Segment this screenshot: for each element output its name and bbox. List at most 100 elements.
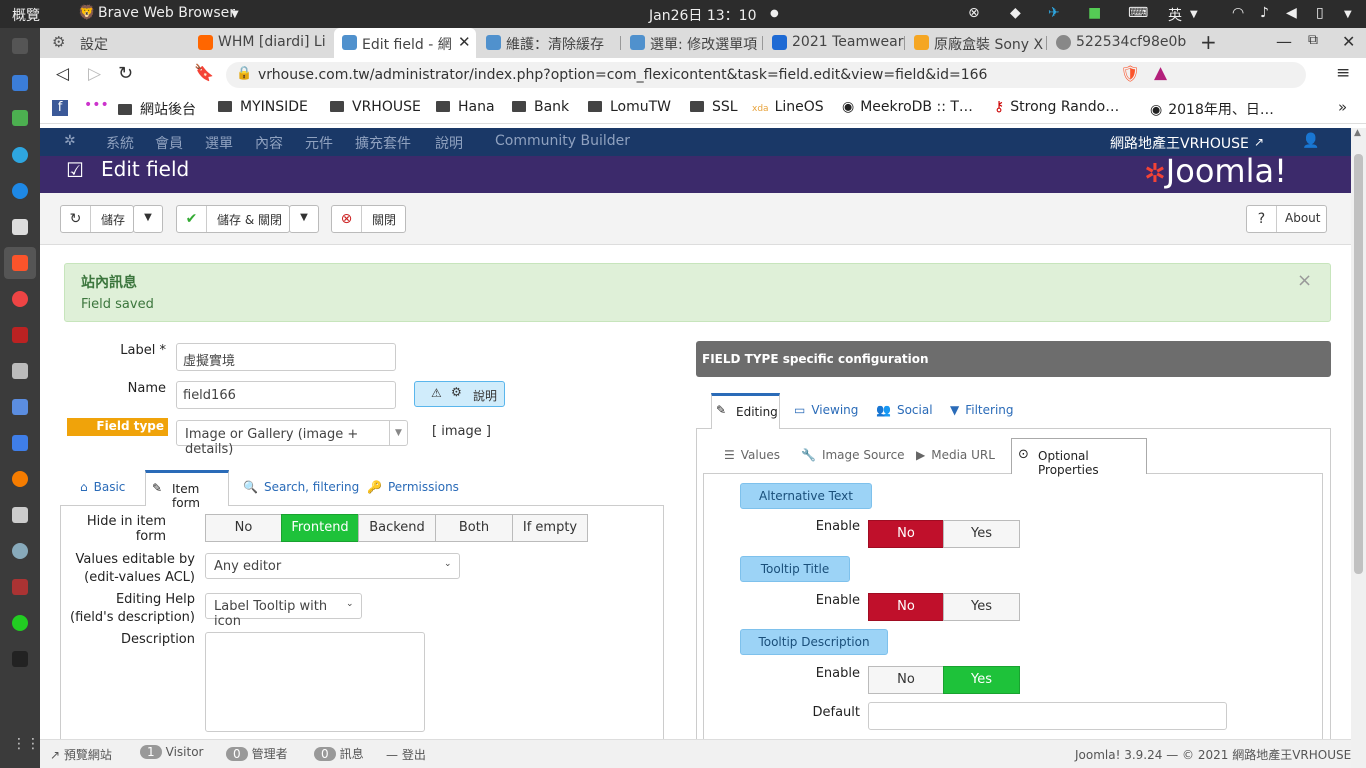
- description-textarea[interactable]: [205, 632, 425, 732]
- tooltip-desc-yes[interactable]: Yes: [943, 666, 1020, 694]
- save-dropdown[interactable]: ▼: [133, 205, 163, 233]
- tab-sony[interactable]: 原廠盒裝 Sony X: [906, 28, 1046, 58]
- bookmark-icon[interactable]: 🔖: [194, 63, 214, 82]
- menu-item[interactable]: 擴充套件: [355, 133, 411, 153]
- ime-indicator[interactable]: 英: [1168, 5, 1182, 25]
- brave-dock-icon[interactable]: [12, 255, 28, 271]
- menu-item[interactable]: 元件: [305, 133, 333, 153]
- tooltip-title-no[interactable]: No: [868, 593, 944, 621]
- lock-icon[interactable]: 🔒: [236, 66, 252, 81]
- menu-item[interactable]: 說明: [435, 133, 463, 153]
- bookmark-item[interactable]: Hana: [436, 99, 495, 115]
- activities-button[interactable]: 概覽: [12, 5, 40, 25]
- bookmark-item[interactable]: xda LineOS: [752, 99, 824, 115]
- close-button[interactable]: ⊗ 關閉: [331, 205, 406, 233]
- scroll-up-icon[interactable]: ▲: [1354, 128, 1361, 138]
- tab-maintenance[interactable]: 維護：清除緩存: [478, 28, 618, 58]
- clock[interactable]: Jan26日 13：10: [649, 5, 756, 25]
- telegram-dock-icon[interactable]: [12, 147, 28, 163]
- app-icon[interactable]: [12, 399, 28, 415]
- hide-option-backend[interactable]: Backend: [358, 514, 436, 542]
- chrome-icon[interactable]: [12, 291, 28, 307]
- volume-icon[interactable]: ◀: [1286, 5, 1297, 21]
- bookmark-item[interactable]: MYINSIDE: [218, 99, 308, 115]
- bookmark-item[interactable]: ⚷ Strong Rando…: [994, 99, 1119, 115]
- app-icon[interactable]: [12, 543, 28, 559]
- tab-viewing[interactable]: ▭ Viewing: [794, 403, 858, 417]
- tab-edit-field[interactable]: Edit field - 網: [334, 28, 476, 58]
- bookmark-item[interactable]: 網站後台: [118, 99, 196, 119]
- hide-option-no[interactable]: No: [205, 514, 282, 542]
- logout-link[interactable]: — 登出: [386, 746, 426, 763]
- admins-indicator[interactable]: 0 管理者: [226, 745, 288, 762]
- menu-item[interactable]: 選單: [205, 133, 233, 153]
- minimize-icon[interactable]: —: [1276, 32, 1292, 51]
- tab-editing[interactable]: ✎ Editing: [711, 393, 780, 429]
- apps-grid-icon[interactable]: ⋮⋮: [12, 736, 40, 752]
- app-menu[interactable]: Brave Web Browser: [98, 5, 235, 21]
- more-bookmarks-icon[interactable]: »: [1338, 98, 1347, 116]
- line-icon[interactable]: [12, 615, 28, 631]
- bookmark-item[interactable]: LomuTW: [588, 99, 671, 115]
- maximize-icon[interactable]: ⧉: [1308, 32, 1318, 48]
- menu-item[interactable]: Community Builder: [495, 133, 630, 149]
- tab-social[interactable]: 👥 Social: [876, 403, 933, 417]
- tasks-icon[interactable]: [12, 435, 28, 451]
- tab-settings[interactable]: ⚙ 設定: [40, 28, 186, 58]
- menu-item[interactable]: 系統: [106, 133, 134, 153]
- close-icon[interactable]: ×: [1297, 270, 1312, 291]
- subtab-media-url[interactable]: ▶ Media URL: [916, 448, 995, 462]
- menu-item[interactable]: 內容: [255, 133, 283, 153]
- field-type-select[interactable]: Image or Gallery (image + details) ▼: [176, 420, 408, 457]
- facebook-icon[interactable]: f: [52, 100, 68, 116]
- joomla-logo-icon[interactable]: ✲: [64, 133, 76, 149]
- alt-text-no[interactable]: No: [868, 520, 944, 548]
- subtab-image-source[interactable]: 🔧 Image Source: [801, 448, 905, 462]
- hide-option-both[interactable]: Both: [435, 514, 513, 542]
- wine-icon[interactable]: [12, 579, 28, 595]
- tab-hash[interactable]: 522534cf98e0b: [1048, 28, 1194, 58]
- close-tab-icon[interactable]: ✕: [458, 33, 471, 51]
- tab-whm[interactable]: WHM [diardi] Li: [190, 28, 332, 58]
- tab-search-filtering[interactable]: 🔍 Search, filtering: [243, 480, 359, 494]
- label-input[interactable]: 虛擬實境: [176, 343, 396, 371]
- menu-icon[interactable]: ≡: [1336, 63, 1350, 83]
- tab-permissions[interactable]: 🔑 Permissions: [367, 480, 459, 494]
- hide-option-if-empty[interactable]: If empty: [512, 514, 588, 542]
- menu-item[interactable]: 會員: [155, 133, 183, 153]
- app-icon[interactable]: [12, 363, 28, 379]
- bookmark-item[interactable]: SSL: [690, 99, 738, 115]
- tray-icon-green[interactable]: ■: [1088, 5, 1101, 21]
- forward-icon[interactable]: ▷: [88, 64, 101, 84]
- battery-icon[interactable]: ▯: [1316, 5, 1324, 21]
- scrollbar-thumb[interactable]: [1354, 154, 1363, 574]
- close-window-icon[interactable]: ✕: [1342, 32, 1355, 51]
- app-icon[interactable]: [12, 471, 28, 487]
- tab-basic[interactable]: ⌂ Basic: [80, 480, 125, 494]
- address-bar[interactable]: 🔒 vrhouse.com.tw/administrator/index.php…: [226, 62, 1306, 88]
- tooltip-desc-no[interactable]: No: [868, 666, 944, 694]
- new-tab-icon[interactable]: +: [1200, 30, 1217, 54]
- bookmark-item[interactable]: Bank: [512, 99, 569, 115]
- box-icon[interactable]: [12, 507, 28, 523]
- keyboard-icon[interactable]: ⌨: [1128, 5, 1148, 21]
- bookmark-item[interactable]: ◉ 2018年用、日…: [1150, 99, 1274, 119]
- name-input[interactable]: field166: [176, 381, 396, 409]
- apps-icon[interactable]: •••: [84, 97, 109, 113]
- filezilla-icon[interactable]: [12, 327, 28, 343]
- brave-shields-icon[interactable]: 🛡: [1120, 64, 1140, 83]
- tray-icon-1[interactable]: ⊗: [968, 5, 980, 21]
- alt-text-yes[interactable]: Yes: [943, 520, 1020, 548]
- bookmark-item[interactable]: ◉ MeekroDB :: T…: [842, 99, 973, 115]
- editing-help-select[interactable]: Label Tooltip with icon ⌄: [205, 593, 362, 629]
- subtab-optional-properties[interactable]: ⊙ Optional Properties: [1011, 438, 1147, 477]
- brave-rewards-icon[interactable]: ▲: [1154, 63, 1167, 83]
- dropbox-icon[interactable]: ◆: [1010, 5, 1021, 21]
- visitors-indicator[interactable]: 1 Visitor: [140, 745, 204, 759]
- site-link[interactable]: 網路地產王VRHOUSE: [1110, 133, 1249, 153]
- tab-filtering[interactable]: ▼ Filtering: [950, 403, 1014, 417]
- save-button[interactable]: ↻ 儲存: [60, 205, 134, 233]
- messages-indicator[interactable]: 0 訊息: [314, 745, 364, 762]
- app-icon-green[interactable]: [12, 110, 28, 126]
- url-text[interactable]: vrhouse.com.tw/administrator/index.php?o…: [258, 67, 987, 83]
